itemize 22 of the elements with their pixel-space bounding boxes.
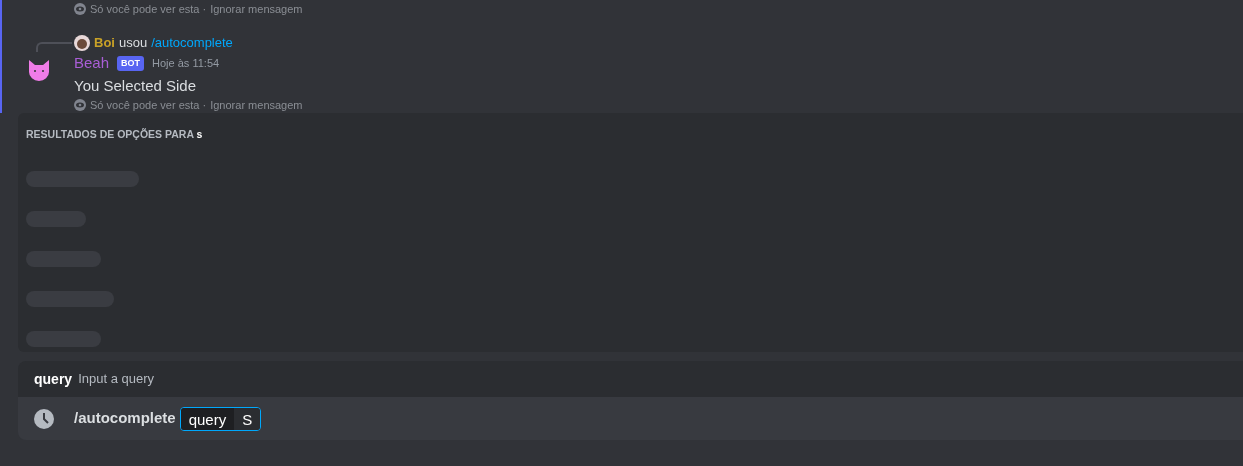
option-input[interactable]: query S [179,406,262,431]
username[interactable]: Boi [94,33,115,53]
timestamp: Hoje às 11:54 [152,56,220,71]
notice-text: Só você pode ver esta · [90,97,207,113]
command-name: /autocomplete [74,408,176,429]
clock-icon [34,408,54,429]
avatar-icon [74,35,90,51]
author-name[interactable]: Beah [74,52,110,75]
ignore-message-link[interactable]: Ignorar mensagem [210,0,303,18]
reply-connector [36,42,72,52]
command-link[interactable]: /autocomplete [151,33,233,53]
used-text: usou [118,34,148,53]
ignore-message-link[interactable]: Ignorar mensagem [210,96,303,114]
message-text: You Selected Side [74,75,198,96]
notice-text: Só você pode ver esta · [90,1,207,17]
eye-icon [74,3,86,15]
option-description: Input a query [78,370,154,389]
results-heading: RESULTADOS DE OPÇÕES PARA s [26,127,204,142]
cat-avatar-icon[interactable] [26,58,52,82]
bot-badge: BOT [117,55,145,71]
option-name: query [34,369,73,389]
eye-icon [74,99,86,111]
